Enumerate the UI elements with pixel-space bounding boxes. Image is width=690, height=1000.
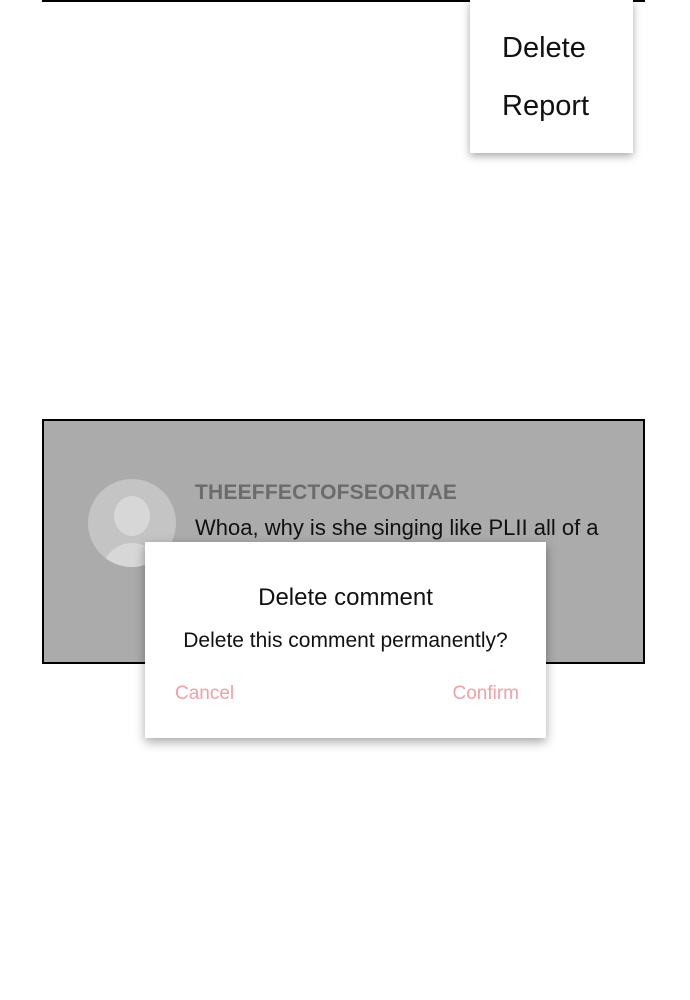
user-placeholder-icon: [114, 496, 150, 536]
delete-comment-dialog: Delete comment Delete this comment perma…: [145, 542, 546, 738]
menu-item-delete[interactable]: Delete: [502, 31, 586, 65]
menu-item-report[interactable]: Report: [502, 89, 589, 123]
dialog-title: Delete comment: [258, 584, 433, 611]
dialog-message: Delete this comment permanently?: [183, 629, 508, 652]
comment-username[interactable]: THEEFFECTOFSEORITAE: [195, 481, 457, 505]
cancel-button[interactable]: Cancel: [175, 683, 234, 705]
confirm-button[interactable]: Confirm: [452, 683, 519, 705]
overflow-menu: Delete Report: [470, 0, 633, 153]
